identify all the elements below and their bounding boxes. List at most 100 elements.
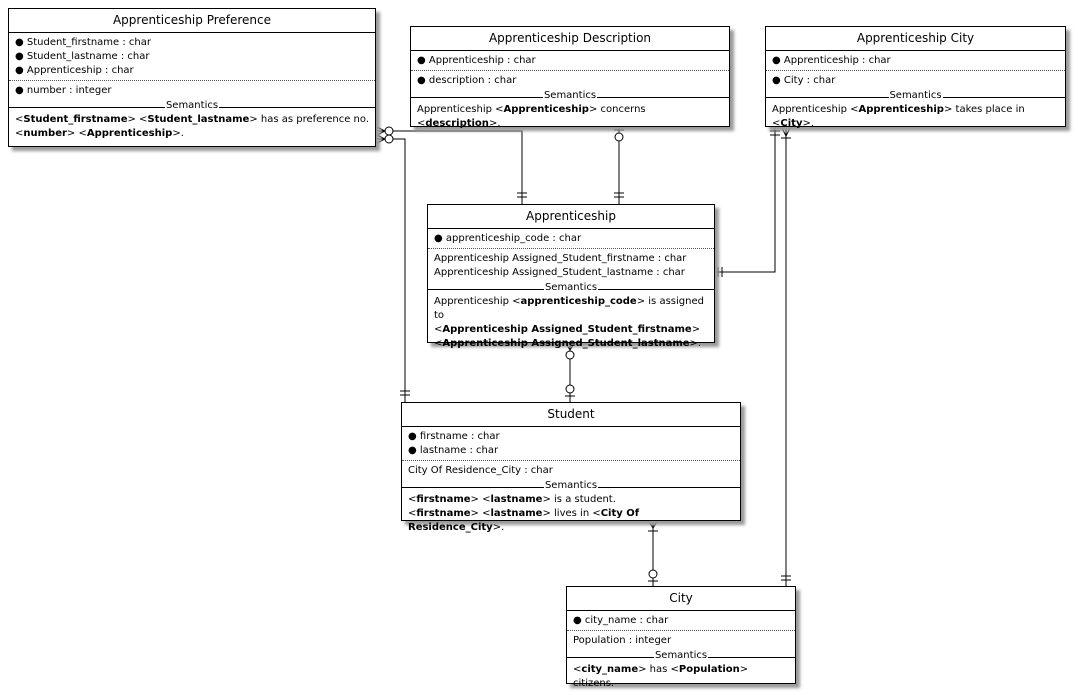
attributes: Population : integer	[567, 631, 795, 650]
semantics-divider: Semantics	[9, 100, 375, 112]
semantics-segment: Student_firstname	[23, 114, 128, 125]
attributes: Apprenticeship Assigned_Student_firstnam…	[428, 249, 714, 282]
bullet-icon: ●	[434, 233, 446, 244]
attribute: ● number : integer	[15, 84, 369, 98]
key-attribute: ● Apprenticeship : char	[15, 64, 369, 78]
key-attributes: ● firstname : char ● lastname : char	[402, 427, 740, 461]
semantics-segment: description	[425, 118, 489, 129]
semantics-segment: firstname	[416, 508, 471, 519]
attribute-text: number : integer	[26, 85, 112, 96]
semantics-label: Semantics	[542, 90, 598, 102]
semantics-text: Apprenticeship <Apprenticeship> takes pl…	[766, 101, 1065, 134]
entity-title: Apprenticeship City	[766, 27, 1065, 51]
semantics-label: Semantics	[543, 282, 599, 294]
semantics-text: Apprenticeship <apprenticeship_code> is …	[428, 293, 714, 354]
attribute-text: lastname : char	[419, 445, 499, 456]
key-attribute: ● apprenticeship_code : char	[434, 232, 708, 246]
attribute-text: Apprenticeship : char	[26, 65, 134, 76]
semantics-divider: Semantics	[567, 650, 795, 662]
attribute-text: Apprenticeship Assigned_Student_firstnam…	[434, 253, 687, 264]
semantics-segment: city_name	[581, 664, 639, 675]
semantics-segment: Apprenticeship <	[417, 104, 504, 115]
semantics-label: Semantics	[164, 100, 220, 112]
key-attribute: ● Apprenticeship : char	[772, 54, 1059, 68]
semantics-segment: > <	[470, 494, 491, 505]
semantics-label: Semantics	[543, 480, 599, 492]
semantics-segment: lastname	[490, 494, 543, 505]
key-attributes: ● Apprenticeship : char	[411, 51, 729, 71]
link-appcity-city	[780, 125, 792, 586]
semantics-divider: Semantics	[766, 90, 1065, 102]
entity-title: Apprenticeship Description	[411, 27, 729, 51]
semantics-segment: > <	[127, 114, 148, 125]
key-attributes: ● Student_firstname : char ● Student_last…	[9, 33, 375, 81]
bullet-icon: ●	[417, 55, 429, 66]
entity-title: Student	[402, 403, 740, 427]
semantics-segment: Apprenticeship <	[772, 104, 859, 115]
entity-apprenticeship-preference[interactable]: Apprenticeship Preference ● Student_first…	[8, 8, 376, 147]
entity-city[interactable]: City ● city_name : char Population : integ…	[566, 586, 796, 689]
attribute: Apprenticeship Assigned_Student_lastname…	[434, 266, 708, 280]
attribute-text: description : char	[428, 75, 517, 86]
semantics-label: Semantics	[653, 650, 709, 662]
bullet-icon: ●	[408, 431, 420, 442]
entity-apprenticeship-description[interactable]: Apprenticeship Description ● Apprenticesh…	[410, 26, 730, 129]
semantics-segment: Apprenticeship	[858, 104, 944, 115]
bullet-icon: ●	[772, 55, 784, 66]
semantics-line: Apprenticeship <Apprenticeship> takes pl…	[772, 103, 1059, 131]
semantics-divider: Semantics	[411, 90, 729, 102]
semantics-segment: Apprenticeship Assigned_Student_lastname	[442, 338, 690, 349]
link-preference-apprenticeship	[374, 125, 527, 204]
entity-student[interactable]: Student ● firstname : char ● lastname : ch…	[401, 402, 741, 533]
bullet-icon: ●	[417, 75, 429, 86]
semantics-segment: apprenticeship_code	[520, 296, 637, 307]
attribute-text: Student_firstname : char	[26, 37, 151, 48]
attribute-text: Apprenticeship : char	[783, 55, 891, 66]
key-attributes: ● city_name : char	[567, 611, 795, 631]
semantics-segment: > <	[470, 508, 491, 519]
semantics-segment: > has <	[638, 664, 679, 675]
attribute: ● City : char	[772, 74, 1059, 88]
link-description-apprenticeship	[614, 126, 624, 204]
attributes: ● description : char	[411, 71, 729, 90]
attribute-text: Population : integer	[573, 635, 672, 646]
semantics-segment: >.	[488, 118, 501, 129]
attribute-text: apprenticeship_code : char	[445, 233, 582, 244]
entity-title: Apprenticeship	[428, 205, 714, 229]
semantics-text: <city_name> has <Population> citizens.	[567, 661, 795, 694]
semantics-segment: > lives in <	[542, 508, 601, 519]
attributes: ● City : char	[766, 71, 1065, 90]
semantics-text: Apprenticeship <Apprenticeship> concerns…	[411, 101, 729, 134]
semantics-divider: Semantics	[402, 480, 740, 492]
semantics-segment: >.	[689, 338, 702, 349]
semantics-line: <Apprenticeship Assigned_Student_firstna…	[434, 323, 708, 337]
semantics-segment: > is a student.	[542, 494, 616, 505]
key-attribute: ● Student_firstname : char	[15, 36, 369, 50]
key-attributes: ● Apprenticeship : char	[766, 51, 1065, 71]
semantics-line: Apprenticeship <apprenticeship_code> is …	[434, 295, 708, 323]
attributes: ● number : integer	[9, 81, 375, 100]
semantics-segment: >.	[172, 128, 184, 139]
semantics-line: Apprenticeship <Apprenticeship> concerns…	[417, 103, 723, 131]
semantics-label: Semantics	[888, 90, 943, 102]
key-attribute: ● Apprenticeship : char	[417, 54, 723, 68]
semantics-line: <Student_firstname> <Student_lastname> h…	[15, 113, 369, 127]
semantics-segment: Apprenticeship <	[434, 296, 521, 307]
semantics-text: <Student_firstname> <Student_lastname> h…	[9, 111, 375, 144]
bullet-icon: ●	[15, 51, 27, 62]
semantics-line: <city_name> has <Population> citizens.	[573, 663, 789, 691]
attribute: ● description : char	[417, 74, 723, 88]
attribute: City Of Residence_City : char	[408, 464, 734, 478]
key-attribute: ● city_name : char	[573, 614, 789, 628]
semantics-segment: >.	[802, 118, 815, 129]
attribute-text: City : char	[783, 75, 836, 86]
semantics-segment: lastname	[490, 508, 543, 519]
attribute-text: Apprenticeship Assigned_Student_lastname…	[434, 267, 685, 278]
link-appcity-apprenticeship	[714, 126, 780, 277]
entity-apprenticeship[interactable]: Apprenticeship ● apprenticeship_code : ch…	[427, 204, 715, 349]
bullet-icon: ●	[15, 85, 27, 96]
semantics-segment: >	[691, 324, 701, 335]
bullet-icon: ●	[15, 37, 27, 48]
entity-apprenticeship-city[interactable]: Apprenticeship City ● Apprenticeship : ch…	[765, 26, 1066, 129]
attribute-text: Student_lastname : char	[26, 51, 150, 62]
